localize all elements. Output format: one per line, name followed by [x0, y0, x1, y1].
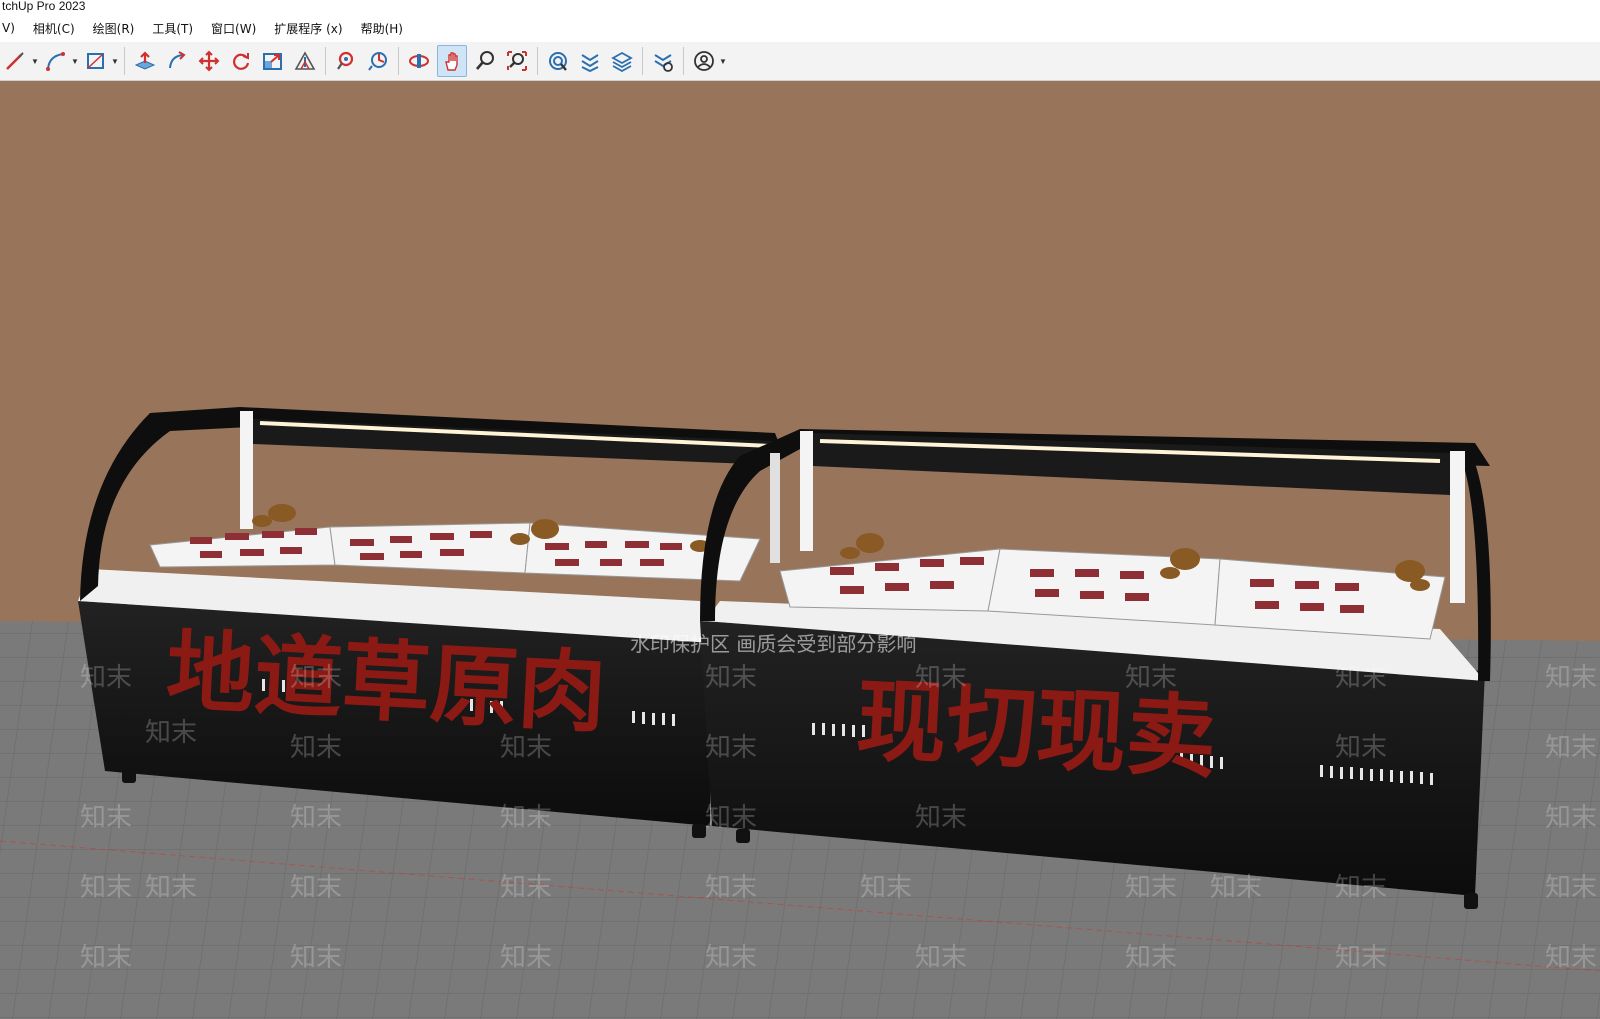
extension-warehouse-icon[interactable]: [576, 46, 604, 76]
zoom-icon[interactable]: [471, 46, 499, 76]
main-toolbar: ▼ ▼ ▼ ▼: [0, 42, 1600, 81]
watermark-tile: 知末: [1545, 943, 1597, 973]
counter-right-post: [800, 431, 813, 551]
watermark-tile: 知末: [705, 803, 757, 833]
menu-bar: V) 相机(C) 绘图(R) 工具(T) 窗口(W) 扩展程序 (x) 帮助(H…: [0, 16, 1600, 40]
pan-icon[interactable]: [437, 45, 467, 77]
orbit-icon[interactable]: [405, 46, 433, 76]
foot: [122, 769, 136, 783]
styles-icon[interactable]: [649, 46, 677, 76]
toolbar-divider: [325, 47, 326, 75]
watermark-tile: 知末: [705, 663, 757, 693]
line-icon[interactable]: [2, 46, 30, 76]
rectangle-icon[interactable]: [82, 46, 110, 76]
toolbar-divider: [398, 47, 399, 75]
watermark-tile: 知末: [500, 733, 552, 763]
watermark-tile: 知末: [290, 943, 342, 973]
toolbar-divider: [683, 47, 684, 75]
foot: [1464, 893, 1478, 909]
menu-help[interactable]: 帮助(H): [361, 20, 403, 37]
watermark-tile: 知末: [1125, 943, 1177, 973]
window-title: tchUp Pro 2023: [0, 0, 1600, 14]
watermark-tile: 知末: [80, 663, 132, 693]
toolbar-divider: [642, 47, 643, 75]
counter-right-post: [770, 453, 780, 563]
watermark-tile: 知末: [290, 733, 342, 763]
watermark-tile: 知末: [290, 803, 342, 833]
watermark-tile: 知末: [290, 663, 342, 693]
watermark-tile: 知末: [1125, 663, 1177, 693]
watermark-tile: 知末: [290, 873, 342, 903]
scene-canvas: 地道草原肉 现切现卖 水印保护区 画质会受到部分影响 知末 知末 知末 知末 知…: [0, 81, 1600, 1019]
account-icon[interactable]: [690, 46, 718, 76]
watermark-tile: 知末: [1335, 873, 1387, 903]
watermark-tile: 知末: [1125, 873, 1177, 903]
follow-me-icon[interactable]: [163, 46, 191, 76]
toolbar-divider: [124, 47, 125, 75]
watermark-tile: 知末: [1545, 873, 1597, 903]
watermark-tile: 知末: [80, 873, 132, 903]
tape-measure-icon[interactable]: [332, 46, 360, 76]
counter-right-post: [1450, 451, 1465, 603]
foot: [692, 824, 706, 838]
watermark-tile: 知末: [80, 943, 132, 973]
watermark-tile: 知末: [80, 803, 132, 833]
watermark-tile: 知末: [1545, 663, 1597, 693]
arc-dropdown-chevron-down-icon[interactable]: ▼: [70, 46, 80, 76]
account-dropdown-chevron-down-icon[interactable]: ▼: [718, 46, 728, 76]
watermark-tile: 知末: [915, 803, 967, 833]
watermark-tile: 知末: [500, 943, 552, 973]
watermark-tile: 知末: [705, 873, 757, 903]
watermark-tile: 知末: [1335, 733, 1387, 763]
watermark-tile: 知末: [705, 943, 757, 973]
push-pull-icon[interactable]: [131, 46, 159, 76]
zoom-extents-icon[interactable]: [503, 46, 531, 76]
arc-icon[interactable]: [42, 46, 70, 76]
layer-icon[interactable]: [608, 46, 636, 76]
counter-left-post: [240, 411, 253, 529]
menu-view[interactable]: V): [2, 21, 15, 35]
watermark-tile: 知末: [500, 873, 552, 903]
watermark-tile: 知末: [915, 663, 967, 693]
menu-tools[interactable]: 工具(T): [152, 20, 193, 37]
scale-icon[interactable]: [259, 46, 287, 76]
menu-extensions[interactable]: 扩展程序 (x): [274, 20, 342, 37]
protractor-icon[interactable]: [364, 46, 392, 76]
offset-icon[interactable]: [291, 46, 319, 76]
warehouse-icon[interactable]: [544, 46, 572, 76]
menu-window[interactable]: 窗口(W): [211, 20, 256, 37]
watermark-tile: 知末: [1545, 733, 1597, 763]
watermark-tile: 知末: [1210, 873, 1262, 903]
menu-draw[interactable]: 绘图(R): [93, 20, 135, 37]
watermark-tile: 知末: [500, 803, 552, 833]
watermark-tile: 知末: [915, 943, 967, 973]
move-icon[interactable]: [195, 46, 223, 76]
menu-camera[interactable]: 相机(C): [33, 20, 75, 37]
tray: [329, 522, 531, 574]
watermark-tile: 知末: [1545, 803, 1597, 833]
toolbar-divider: [537, 47, 538, 75]
line-dropdown-chevron-down-icon[interactable]: ▼: [30, 46, 40, 76]
model-viewport[interactable]: 地道草原肉 现切现卖 水印保护区 画质会受到部分影响 知末 知末 知末 知末 知…: [0, 81, 1600, 1019]
watermark-tile: 知末: [1335, 663, 1387, 693]
watermark-tile: 知末: [145, 718, 197, 748]
watermark-tile: 知末: [860, 873, 912, 903]
watermark-tile: 知末: [705, 733, 757, 763]
rectangle-dropdown-chevron-down-icon[interactable]: ▼: [110, 46, 120, 76]
watermark-tile: 知末: [145, 873, 197, 903]
rotate-icon[interactable]: [227, 46, 255, 76]
watermark-tile: 知末: [1335, 943, 1387, 973]
watermark-banner: 水印保护区 画质会受到部分影响: [630, 632, 916, 656]
